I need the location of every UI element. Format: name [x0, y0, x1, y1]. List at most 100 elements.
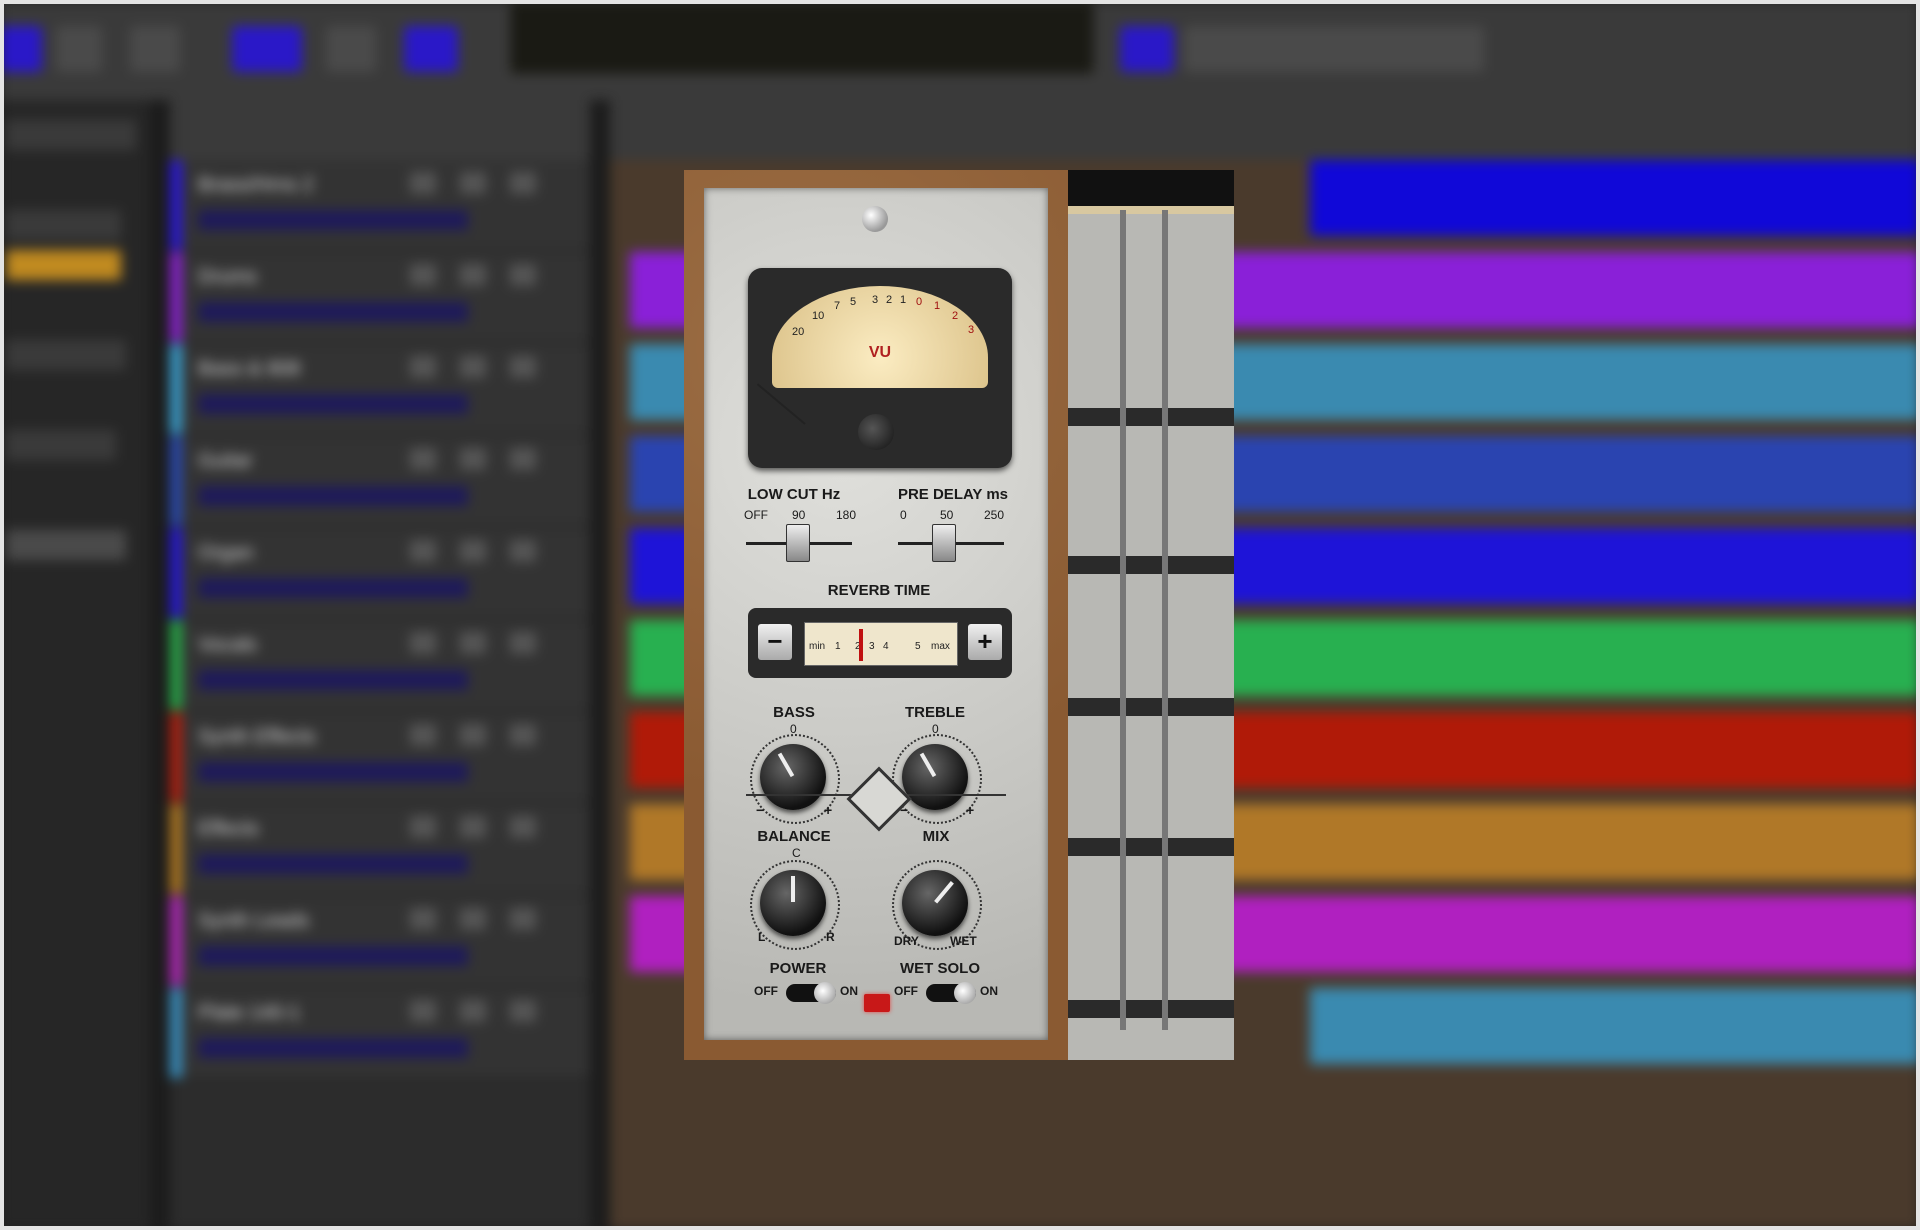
inspector-row[interactable] [6, 340, 126, 370]
track-button[interactable] [410, 908, 436, 930]
vu-scale-label: 2 [952, 310, 959, 322]
vu-scale-label: 3 [968, 324, 975, 336]
track-color-stripe [170, 712, 182, 802]
reverb-time-increase-button[interactable]: + [968, 624, 1002, 660]
bass-title: BASS [773, 704, 815, 721]
toolbar-button[interactable] [404, 26, 458, 72]
mechanism-bar [1068, 838, 1234, 856]
track-header[interactable]: Guitar [170, 436, 590, 528]
low-cut-title: LOW CUT Hz [747, 486, 841, 503]
track-name: Bass & 808 [198, 358, 301, 380]
spring-rod [1120, 210, 1126, 1030]
inspector-row[interactable] [6, 430, 116, 460]
reverb-time-indicator[interactable] [859, 629, 863, 661]
wet-solo-title: WET SOLO [900, 960, 980, 977]
track-button[interactable] [410, 816, 436, 838]
toolbar-button[interactable] [56, 26, 102, 72]
inspector-row[interactable] [6, 210, 121, 240]
arrange-region[interactable] [1310, 160, 1920, 236]
toolbar-button[interactable] [130, 26, 180, 72]
power-toggle[interactable] [786, 982, 836, 1004]
track-button[interactable] [410, 724, 436, 746]
treble-plus-label: + [966, 802, 975, 818]
bass-knob[interactable] [760, 744, 826, 810]
treble-knob[interactable] [902, 744, 968, 810]
track-button[interactable] [510, 448, 536, 470]
balance-knob[interactable] [760, 870, 826, 936]
track-button[interactable] [460, 172, 486, 194]
track-button[interactable] [410, 632, 436, 654]
track-button[interactable] [460, 816, 486, 838]
track-name: Brass/Hrns 2 [198, 174, 314, 196]
balance-center-label: C [792, 846, 801, 860]
reverb-time-tick: 5 [915, 641, 921, 652]
track-header[interactable]: Bass & 808 [170, 344, 590, 436]
track-button[interactable] [460, 264, 486, 286]
track-button[interactable] [460, 724, 486, 746]
track-header[interactable]: Drums [170, 252, 590, 344]
toolbar-tools[interactable] [1184, 26, 1484, 72]
track-level-meter [198, 578, 468, 598]
wet-solo-toggle[interactable] [926, 982, 976, 1004]
track-header[interactable]: Synth Effects [170, 712, 590, 804]
inspector-row[interactable] [6, 530, 126, 560]
track-name: Synth Leads [198, 910, 310, 932]
track-color-stripe [170, 988, 182, 1078]
inspector-row[interactable] [6, 120, 136, 150]
track-button[interactable] [460, 632, 486, 654]
reverb-time-decrease-button[interactable]: − [758, 624, 792, 660]
track-button[interactable] [460, 1000, 486, 1022]
track-button[interactable] [410, 540, 436, 562]
track-button[interactable] [510, 172, 536, 194]
track-button[interactable] [510, 1000, 536, 1022]
track-header[interactable]: Organ [170, 528, 590, 620]
low-cut-tick: OFF [744, 508, 768, 522]
track-header[interactable]: Effects [170, 804, 590, 896]
track-color-stripe [170, 252, 182, 342]
track-button[interactable] [460, 448, 486, 470]
inspector-row[interactable] [6, 250, 121, 280]
track-button[interactable] [410, 448, 436, 470]
track-button[interactable] [460, 356, 486, 378]
track-button[interactable] [460, 908, 486, 930]
reverb-time-tick: 3 [869, 641, 875, 652]
track-header[interactable]: Plate 140-1 [170, 988, 590, 1080]
vu-meter-face: 20 10 7 5 3 2 1 0 1 2 3 VU [756, 286, 988, 425]
track-level-meter [198, 486, 468, 506]
track-button[interactable] [460, 540, 486, 562]
timeline-ruler[interactable] [610, 100, 1920, 160]
mix-knob[interactable] [902, 870, 968, 936]
track-header[interactable]: Brass/Hrns 2 [170, 160, 590, 252]
track-header[interactable]: Vocals [170, 620, 590, 712]
track-button[interactable] [510, 264, 536, 286]
track-color-stripe [170, 344, 182, 434]
low-cut-tick: 90 [792, 508, 806, 522]
track-level-meter [198, 854, 468, 874]
track-button[interactable] [510, 908, 536, 930]
track-button[interactable] [510, 356, 536, 378]
track-button[interactable] [510, 632, 536, 654]
track-level-meter [198, 394, 468, 414]
track-button[interactable] [510, 724, 536, 746]
mechanism-bar [1068, 408, 1234, 426]
inspector-panel [0, 100, 150, 1230]
pre-delay-slider[interactable] [932, 524, 956, 562]
track-button[interactable] [410, 1000, 436, 1022]
low-cut-slider[interactable] [786, 524, 810, 562]
track-button[interactable] [410, 172, 436, 194]
track-level-meter [198, 1038, 468, 1058]
arrange-region[interactable] [1310, 988, 1920, 1064]
track-color-stripe [170, 620, 182, 710]
vu-scale-label: 20 [792, 326, 805, 338]
toolbar-button[interactable] [0, 26, 42, 72]
toolbar-button[interactable] [1120, 26, 1174, 72]
track-button[interactable] [510, 816, 536, 838]
track-button[interactable] [510, 540, 536, 562]
toolbar-button[interactable] [326, 26, 376, 72]
track-button[interactable] [410, 356, 436, 378]
track-header[interactable]: Synth Leads [170, 896, 590, 988]
track-button[interactable] [410, 264, 436, 286]
meter-calibration-knob[interactable] [858, 414, 894, 450]
track-color-stripe [170, 160, 182, 250]
toolbar-button[interactable] [232, 26, 302, 72]
